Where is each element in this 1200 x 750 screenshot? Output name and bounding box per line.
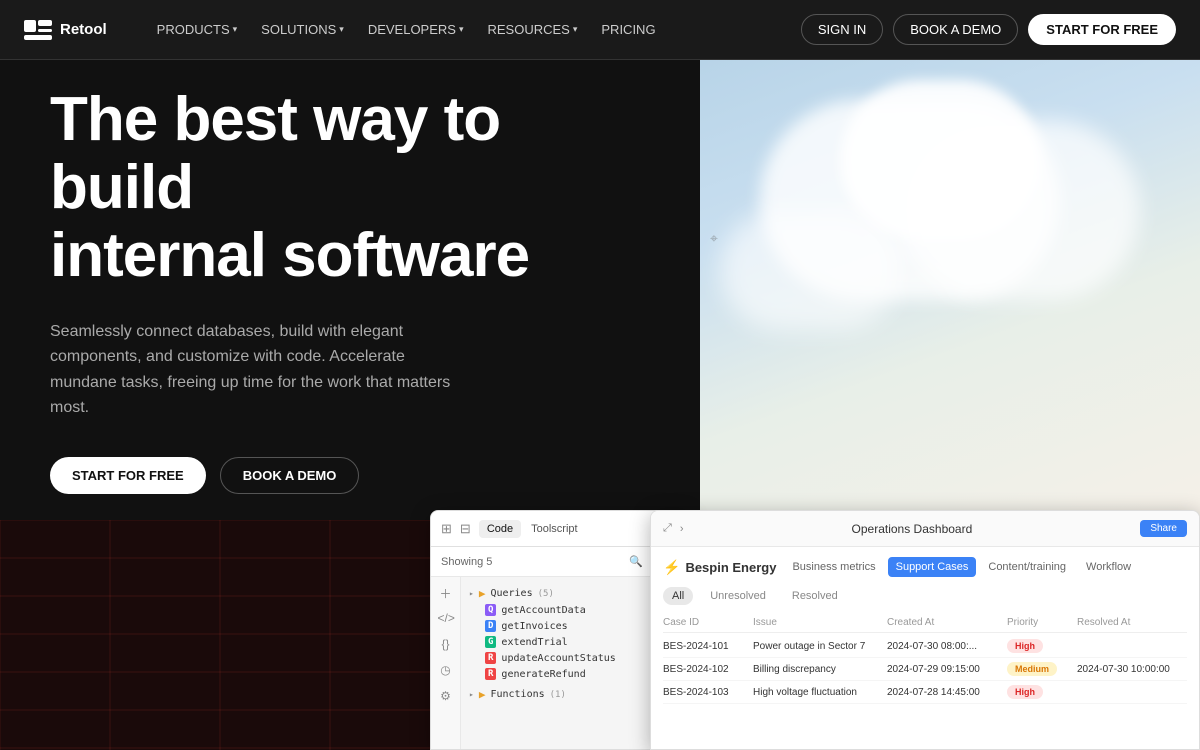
gear-icon[interactable]: ⚙ (438, 689, 454, 705)
plus-icon[interactable]: ＋ (438, 585, 454, 601)
nav-solutions[interactable]: SOLUTIONS ▾ (251, 16, 354, 43)
table-row[interactable]: BES-2024-101 Power outage in Sector 7 20… (663, 635, 1187, 658)
editor-tabs: Code Toolscript (479, 520, 642, 538)
book-demo-nav-button[interactable]: BOOK A DEMO (893, 14, 1018, 45)
functions-label: Functions (490, 689, 544, 700)
nav-workflow[interactable]: Workflow (1078, 557, 1139, 577)
chevron-down-icon: ▾ (459, 24, 464, 35)
forward-icon[interactable]: › (680, 523, 684, 535)
queries-label: Queries (490, 588, 532, 599)
expand-arrow: ▸ (469, 690, 474, 699)
braces-icon[interactable]: {} (438, 637, 454, 653)
nav-content-training[interactable]: Content/training (980, 557, 1074, 577)
functions-count: (1) (550, 690, 566, 700)
code-icon[interactable]: </> (438, 611, 454, 627)
query-type-icon: R (485, 652, 496, 664)
retool-logo-icon (24, 20, 52, 40)
start-free-hero-button[interactable]: START FOR FREE (50, 457, 206, 494)
tab-code[interactable]: Code (479, 520, 521, 538)
operations-dashboard: ⤢ › Operations Dashboard Share ⚡ Bespin … (650, 510, 1200, 750)
grid-strip (0, 520, 440, 750)
ops-nav: Business metrics Support Cases Content/t… (784, 557, 1187, 577)
nav-pricing[interactable]: PRICING (591, 16, 665, 43)
nav-products[interactable]: PRODUCTS ▾ (147, 16, 247, 43)
table-header: Case ID Issue Created At Priority Resolv… (663, 613, 1187, 633)
lightning-icon: ⚡ (663, 559, 680, 576)
chevron-down-icon: ▾ (573, 24, 578, 35)
grid-icon: ⊞ (441, 521, 452, 537)
nav-support-cases[interactable]: Support Cases (888, 557, 977, 577)
folder-icon: ▶ (479, 587, 486, 600)
nav-resources[interactable]: RESOURCES ▾ (478, 16, 588, 43)
priority-badge: High (1007, 685, 1043, 699)
logo-text: Retool (60, 21, 107, 38)
nav-business-metrics[interactable]: Business metrics (784, 557, 883, 577)
hero-section: The best way to build internal software … (0, 60, 700, 520)
tab-toolscript[interactable]: Toolscript (523, 520, 585, 538)
chevron-down-icon: ▾ (233, 24, 238, 35)
query-type-icon: R (485, 668, 496, 680)
grid-lines-svg (0, 520, 440, 750)
query-type-icon: G (485, 636, 496, 648)
dashboard-title: Operations Dashboard (691, 522, 1132, 536)
ops-body: ⚡ Bespin Energy Business metrics Support… (651, 547, 1199, 714)
map-icon: ⌖ (710, 230, 718, 247)
query-name: updateAccountStatus (501, 653, 615, 664)
query-type-icon: Q (485, 604, 496, 616)
search-icon[interactable]: 🔍 (629, 555, 643, 568)
query-name: getAccountData (501, 605, 585, 616)
query-name: extendTrial (501, 637, 567, 648)
brand-name: Bespin Energy (685, 560, 776, 575)
expand-arrow: ▸ (469, 589, 474, 598)
priority-badge: Medium (1007, 662, 1057, 676)
table-row[interactable]: BES-2024-103 High voltage fluctuation 20… (663, 681, 1187, 704)
nav-links: PRODUCTS ▾ SOLUTIONS ▾ DEVELOPERS ▾ RESO… (147, 16, 801, 43)
navigation: Retool PRODUCTS ▾ SOLUTIONS ▾ DEVELOPERS… (0, 0, 1200, 60)
filter-unresolved[interactable]: Unresolved (701, 587, 775, 605)
start-free-nav-button[interactable]: START FOR FREE (1028, 14, 1176, 45)
query-type-icon: D (485, 620, 496, 632)
hero-subtext: Seamlessly connect databases, build with… (50, 319, 470, 421)
queries-count: (5) (538, 589, 554, 599)
filter-all[interactable]: All (663, 587, 693, 605)
expand-icon[interactable]: ⤢ (663, 522, 672, 535)
hero-headline: The best way to build internal software (50, 86, 650, 291)
book-demo-hero-button[interactable]: BOOK A DEMO (220, 457, 360, 494)
filter-resolved[interactable]: Resolved (783, 587, 847, 605)
showing-label: Showing 5 (441, 556, 492, 568)
brand-logo: ⚡ Bespin Energy (663, 559, 776, 576)
hero-buttons: START FOR FREE BOOK A DEMO (50, 457, 650, 494)
sidebar-icons: ＋ </> {} ◷ ⚙ (431, 577, 461, 749)
layout-icon: ⊟ (460, 521, 471, 537)
nav-actions: SIGN IN BOOK A DEMO START FOR FREE (801, 14, 1176, 45)
logo: Retool (24, 20, 107, 40)
share-button[interactable]: Share (1140, 520, 1187, 537)
history-icon[interactable]: ◷ (438, 663, 454, 679)
table-row[interactable]: BES-2024-102 Billing discrepancy 2024-07… (663, 658, 1187, 681)
ops-topbar: ⤢ › Operations Dashboard Share (651, 511, 1199, 547)
signin-button[interactable]: SIGN IN (801, 14, 883, 45)
chevron-down-icon: ▾ (339, 24, 344, 35)
ops-header: ⚡ Bespin Energy Business metrics Support… (663, 557, 1187, 577)
folder-icon: ▶ (479, 688, 486, 701)
nav-developers[interactable]: DEVELOPERS ▾ (358, 16, 474, 43)
filter-tabs: All Unresolved Resolved (663, 587, 1187, 605)
priority-badge: High (1007, 639, 1043, 653)
query-name: generateRefund (501, 669, 585, 680)
query-name: getInvoices (501, 621, 567, 632)
hero-map: ⌖ (700, 60, 1200, 520)
